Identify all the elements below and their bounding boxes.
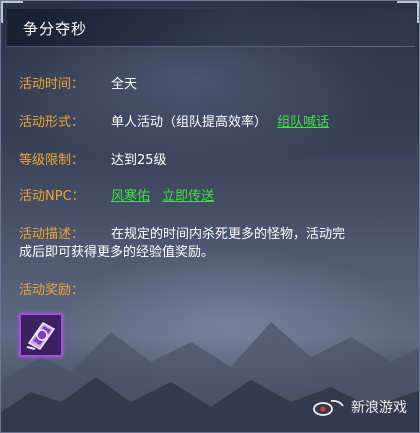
level-label: 等级限制： [19, 153, 85, 168]
teleport-link[interactable]: 立即传送 [162, 189, 214, 204]
desc-line-1: 在规定的时间内杀死更多的怪物，活动完 [111, 227, 346, 242]
title-bar: 争分夺秒 [7, 9, 415, 47]
reward-item-slot[interactable] [19, 313, 63, 357]
team-shout-link[interactable]: 组队喊话 [277, 115, 329, 130]
form-text: 单人活动（组队提高效率） [111, 115, 268, 130]
reward-label: 活动奖励： [19, 283, 85, 298]
level-value: 达到25级 [111, 153, 167, 168]
desc-label: 活动描述： [19, 227, 85, 242]
purple-scroll-icon [21, 315, 61, 355]
watermark-text: 新浪游戏 [351, 400, 407, 416]
npc-value: 风寒佑 立即传送 [111, 185, 214, 204]
npc-name-link[interactable]: 风寒佑 [111, 189, 150, 204]
time-label: 活动时间： [19, 77, 85, 92]
sina-eye-logo [313, 399, 344, 416]
activity-title: 争分夺秒 [23, 20, 88, 38]
form-label: 活动形式： [19, 115, 85, 130]
sina-watermark: 新浪游戏 [313, 396, 407, 418]
desc-line-2: 成后即可获得更多的经验值奖励。 [19, 245, 215, 260]
form-value: 单人活动（组队提高效率） 组队喊话 [111, 111, 329, 130]
activity-info-panel: 争分夺秒 活动时间： 全天 活动形式： 单人活动（组队提高效率） 组队喊话 等级… [0, 0, 420, 433]
npc-label: 活动NPC： [19, 189, 85, 204]
time-value: 全天 [111, 77, 138, 92]
